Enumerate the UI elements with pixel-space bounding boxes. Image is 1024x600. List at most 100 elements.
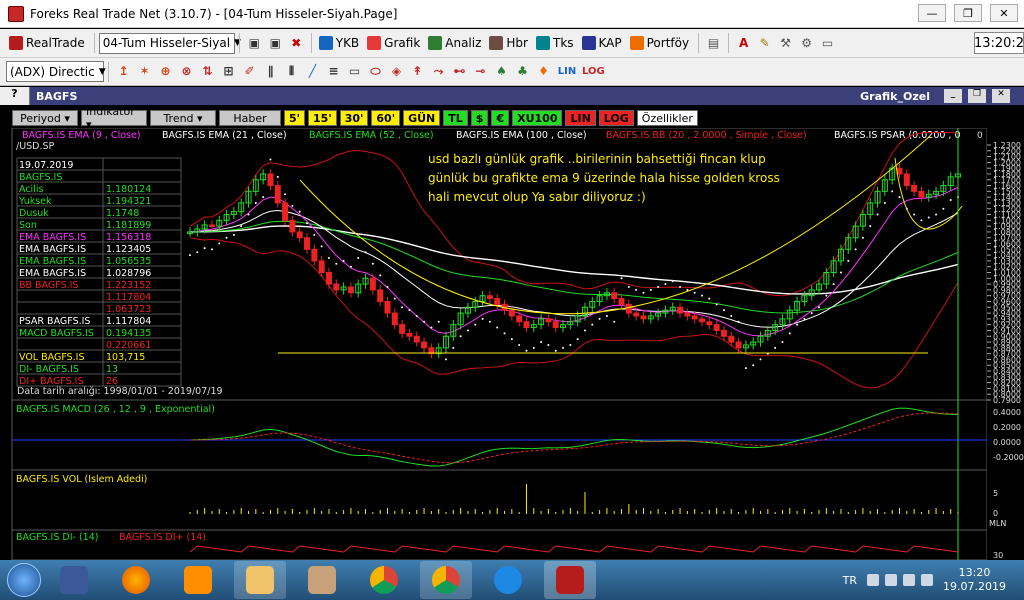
period-button-7[interactable]: € (491, 110, 510, 126)
analiz-button[interactable]: Analiz (425, 32, 484, 54)
period-button-11[interactable]: Özellikler (636, 110, 698, 126)
psar-dot (693, 291, 696, 294)
pencil-icon[interactable]: ✎ (756, 35, 773, 52)
period-button-4[interactable]: GÜN (403, 110, 441, 126)
save-all-icon[interactable]: ▣ (267, 35, 284, 52)
drawing-tool-2-icon[interactable]: ⊕ (157, 63, 174, 80)
psar-dot (832, 283, 835, 286)
drawing-tool-14-icon[interactable]: ↟ (409, 63, 426, 80)
doc-close-button[interactable]: ✕ (992, 89, 1010, 103)
arrow-up-icon[interactable] (867, 574, 880, 586)
drawing-tool-11-icon[interactable]: ▭ (346, 63, 363, 80)
drawing-tool-17-icon[interactable]: ⊸ (472, 63, 489, 80)
period-button-1[interactable]: 15' (308, 110, 337, 126)
portfoy-button[interactable]: Portföy (627, 32, 692, 54)
window-icon[interactable]: ▭ (819, 35, 836, 52)
tools-icon[interactable]: ⚒ (777, 35, 794, 52)
taskbar-ie[interactable] (482, 561, 534, 599)
psar-dot (445, 358, 447, 361)
taskbar-explorer[interactable] (234, 561, 286, 599)
drawing-tool-3-icon[interactable]: ⊗ (178, 63, 195, 80)
taskbar-chrome[interactable] (358, 561, 410, 599)
taskbar-paint[interactable] (296, 561, 348, 599)
period-button-9[interactable]: LIN (565, 110, 596, 126)
drawing-tool-0-icon[interactable]: ↥ (115, 63, 132, 80)
drawing-tool-15-icon[interactable]: ⤳ (430, 63, 447, 80)
chevron-down-icon: ▼ (234, 38, 241, 48)
drawing-tool-12-icon[interactable]: ⬭ (367, 63, 384, 80)
period-button-5[interactable]: TL (443, 110, 468, 126)
doc-minimize-button[interactable]: _ (944, 89, 962, 103)
network-icon[interactable] (885, 574, 898, 586)
drawing-tool-13-icon[interactable]: ◈ (388, 63, 405, 80)
drawing-tool-16-icon[interactable]: ⊷ (451, 63, 468, 80)
drawing-tool-19-icon[interactable]: ♣ (514, 63, 531, 80)
indicator-select-value: (ADX) Directic (10, 64, 95, 79)
settings-icon[interactable]: ⚙ (798, 35, 815, 52)
chartbar-trend-button[interactable]: Trend ▾ (150, 110, 216, 126)
psar-dot (796, 323, 799, 326)
chartbar-periyod-button[interactable]: Periyod ▾ (12, 110, 78, 126)
period-button-6[interactable]: $ (470, 110, 489, 126)
period-button-8[interactable]: XU100 (512, 110, 563, 126)
close-x-icon[interactable]: ✖ (288, 35, 305, 52)
font-icon[interactable]: A (735, 35, 752, 52)
drawing-tool-8-icon[interactable]: ⦀ (283, 63, 300, 80)
grafik-button[interactable]: Grafik (364, 32, 423, 54)
psar-dot (861, 236, 864, 239)
drawing-tool-22-icon[interactable]: LOG (582, 63, 605, 80)
date-range: Data tarih aralığı: 1998/01/01 - 2019/07… (17, 386, 223, 397)
book-icon[interactable]: ▤ (705, 35, 722, 52)
indicator-select[interactable]: (ADX) Directic ▼ (6, 61, 106, 82)
drawing-tool-18-icon[interactable]: ♠ (493, 63, 510, 80)
drawing-tool-1-icon[interactable]: ✶ (136, 63, 153, 80)
volume-icon[interactable] (903, 574, 916, 586)
page-select[interactable]: 04-Tum Hisseler-Siyal ▼ (98, 32, 241, 54)
drawing-tool-4-icon[interactable]: ⇅ (199, 63, 216, 80)
kap-button[interactable]: KAP (579, 32, 625, 54)
chartbar-haber-button[interactable]: Haber (219, 110, 281, 126)
drawing-tool-7-icon[interactable]: ∥ (262, 63, 279, 80)
candle-body (413, 335, 420, 343)
taskbar-facebook[interactable] (48, 561, 100, 599)
period-button-10[interactable]: LOG (598, 110, 634, 126)
chart-area[interactable]: 1.23001.22001.21001.20001.19001.18001.17… (0, 128, 1024, 560)
grafik-label: Grafik (384, 36, 421, 50)
info-value: 1.117804 (106, 292, 151, 303)
minimize-button[interactable]: — (918, 4, 946, 22)
taskbar-firefox[interactable] (110, 561, 162, 599)
drawing-tool-20-icon[interactable]: ♦ (535, 63, 552, 80)
taskbar-media-player[interactable] (172, 561, 224, 599)
drawing-tool-21-icon[interactable]: LIN (556, 63, 578, 80)
start-button[interactable] (0, 560, 48, 600)
chartbar-i̇ndikatör-button[interactable]: İndikatör ▾ (81, 105, 147, 131)
hbr-button[interactable]: Hbr (486, 32, 531, 54)
drawing-tool-6-icon[interactable]: ✐ (241, 63, 258, 80)
ykb-button[interactable]: YKB (316, 32, 362, 54)
psar-dot (189, 254, 191, 257)
info-value: 0.194135 (106, 328, 151, 339)
page-select-value: 04-Tum Hisseler-Siyal (102, 36, 231, 50)
psar-dot (532, 346, 535, 349)
save-icon[interactable]: ▣ (246, 35, 263, 52)
help-button[interactable]: ? (0, 87, 30, 105)
close-button[interactable]: ✕ (990, 4, 1018, 22)
flag-icon[interactable] (921, 574, 934, 586)
drawing-tool-9-icon[interactable]: ╱ (304, 63, 321, 80)
psar-dot (781, 341, 784, 344)
period-button-2[interactable]: 30' (339, 110, 369, 126)
taskbar-chrome-2[interactable] (420, 561, 472, 599)
drawing-tool-5-icon[interactable]: ⊞ (220, 63, 237, 80)
realtrade-button[interactable]: RealTrade (6, 32, 88, 54)
price-tick-label: 0.7900 (993, 396, 1021, 405)
tray-clock[interactable]: 13:20 19.07.2019 (943, 566, 1006, 594)
taskbar-foreks[interactable] (544, 561, 596, 599)
tks-button[interactable]: Tks (533, 32, 577, 54)
period-button-3[interactable]: 60' (371, 110, 401, 126)
doc-restore-button[interactable]: ❐ (968, 89, 986, 103)
language-indicator[interactable]: TR (843, 574, 857, 587)
psar-dot (935, 213, 938, 216)
maximize-button[interactable]: ❐ (954, 4, 982, 22)
drawing-tool-10-icon[interactable]: ≡ (325, 63, 342, 80)
period-button-0[interactable]: 5' (284, 110, 306, 126)
